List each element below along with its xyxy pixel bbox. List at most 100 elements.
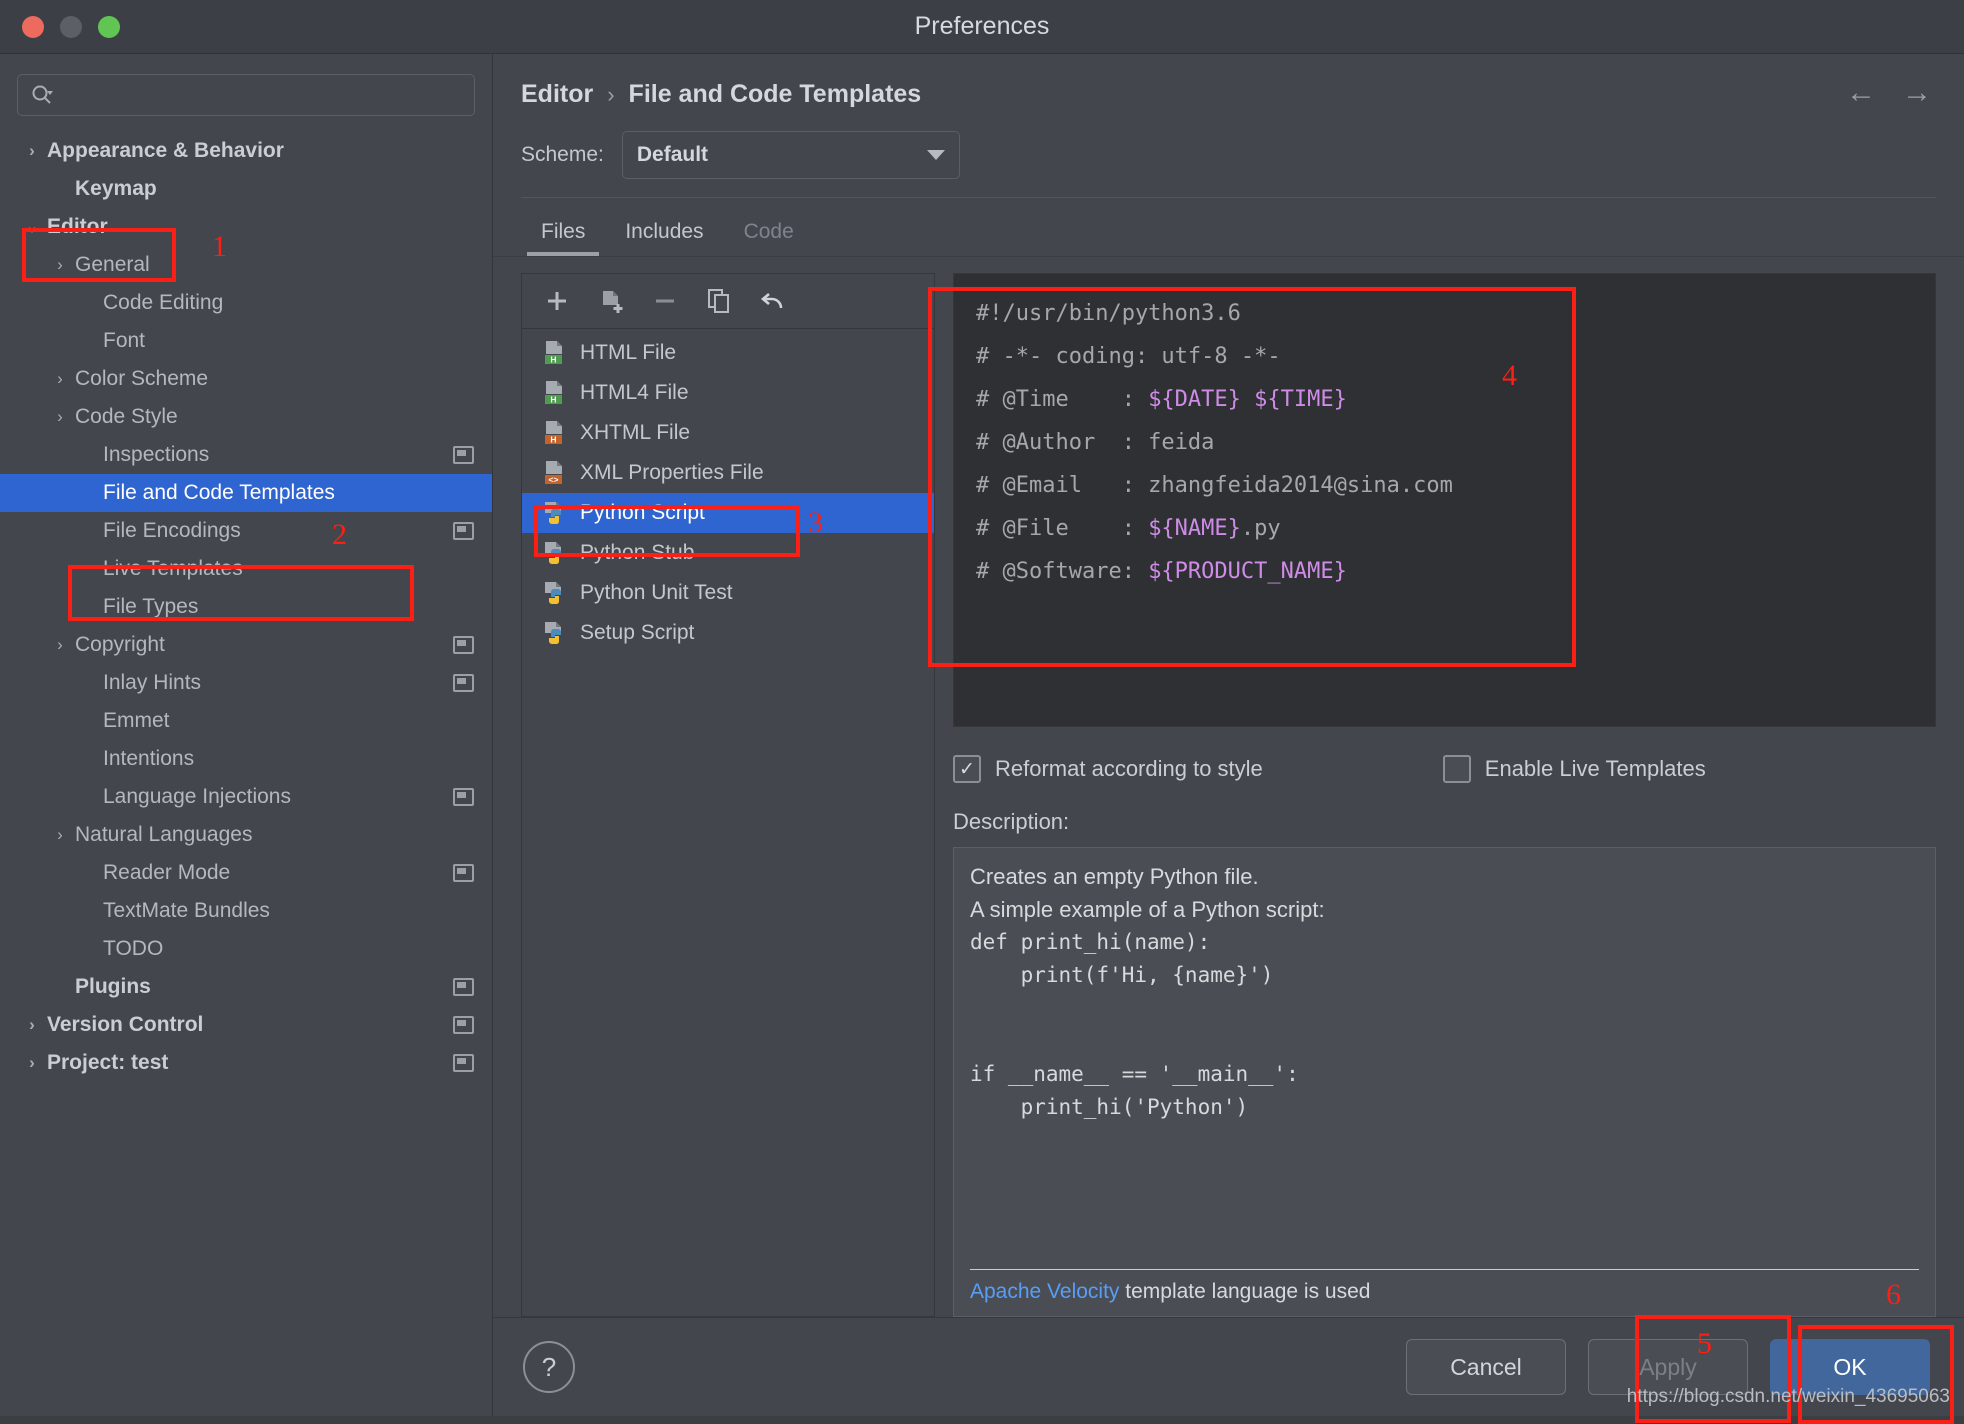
sidebar-item-code-style[interactable]: › Code Style: [0, 398, 492, 436]
description-line: A simple example of a Python script:: [970, 897, 1325, 922]
sidebar-item-plugins[interactable]: Plugins: [0, 968, 492, 1006]
file-list-item-label: Python Script: [580, 501, 705, 524]
tab-includes[interactable]: Includes: [605, 206, 723, 256]
templates-content: H HTML File H HTML4 File H XHTML File <> XML Pr…: [493, 257, 1964, 1317]
sidebar-item-editor[interactable]: ⌄ Editor: [0, 208, 492, 246]
main-panel: Editor › File and Code Templates ← → Sch…: [493, 54, 1964, 1416]
cancel-button[interactable]: Cancel: [1406, 1339, 1566, 1395]
file-list-item-label: Python Stub: [580, 541, 695, 564]
sidebar-item-label: Editor: [47, 215, 108, 238]
file-list: H HTML File H HTML4 File H XHTML File <> XML Pr…: [522, 329, 934, 1316]
sidebar-item-live-templates[interactable]: Live Templates: [0, 550, 492, 588]
help-button[interactable]: ?: [523, 1341, 575, 1393]
back-arrow-icon[interactable]: ←: [1846, 78, 1876, 108]
section-divider: [521, 197, 1936, 198]
chevron-down-icon[interactable]: ⌄: [22, 217, 42, 237]
sidebar-item-label: Live Templates: [103, 557, 243, 580]
annotation-num-3: 3: [808, 506, 823, 539]
file-list-item[interactable]: H HTML File: [522, 333, 934, 373]
svg-text:H: H: [550, 394, 556, 404]
code-line: # @File : ${NAME}.py: [976, 507, 1935, 550]
python-file-icon: [542, 500, 568, 526]
sidebar-item-inlay-hints[interactable]: Inlay Hints: [0, 664, 492, 702]
sidebar-item-todo[interactable]: TODO: [0, 930, 492, 968]
description-line: print(f'Hi, {name}'): [970, 963, 1274, 987]
add-child-template-button[interactable]: [596, 286, 626, 316]
add-template-button[interactable]: [542, 286, 572, 316]
sidebar-item-version-control[interactable]: › Version Control: [0, 1006, 492, 1044]
sidebar-item-project-test[interactable]: › Project: test: [0, 1044, 492, 1082]
annotation-num-5: 5: [1697, 1327, 1712, 1360]
copy-template-button[interactable]: [704, 286, 734, 316]
description-footer: Apache Velocity template language is use…: [970, 1269, 1919, 1304]
reset-template-button[interactable]: [758, 286, 788, 316]
chevron-right-icon[interactable]: ›: [50, 825, 70, 845]
tab-files[interactable]: Files: [521, 206, 605, 256]
file-list-item[interactable]: Python Script: [522, 493, 934, 533]
sidebar-item-label: Font: [103, 329, 146, 352]
description-line: Creates an empty Python file.: [970, 864, 1259, 889]
file-list-pane: H HTML File H HTML4 File H XHTML File <> XML Pr…: [521, 273, 935, 1317]
python-file-icon: [542, 540, 568, 566]
code-text: .py: [1240, 516, 1281, 541]
checkbox-label: Reformat according to style: [995, 756, 1263, 781]
description-box: Creates an empty Python file. A simple ex…: [953, 847, 1936, 1317]
chevron-down-icon: [926, 150, 945, 160]
sidebar-item-general[interactable]: › General: [0, 246, 492, 284]
sidebar-item-intentions[interactable]: Intentions: [0, 740, 492, 778]
scheme-dropdown[interactable]: Default: [621, 131, 960, 179]
breadcrumb-parent[interactable]: Editor: [521, 80, 593, 109]
checkbox-icon[interactable]: ✓: [953, 755, 981, 783]
sidebar-item-color-scheme[interactable]: › Color Scheme: [0, 360, 492, 398]
sidebar-item-label: Code Editing: [103, 291, 224, 314]
sidebar-item-file-encodings[interactable]: File Encodings: [0, 512, 492, 550]
chevron-right-icon[interactable]: ›: [22, 141, 42, 161]
file-list-item[interactable]: H HTML4 File: [522, 373, 934, 413]
search-box[interactable]: [17, 74, 475, 116]
code-line: # @Time : ${DATE} ${TIME}: [976, 378, 1935, 421]
apache-velocity-link[interactable]: Apache Velocity: [970, 1280, 1119, 1303]
remove-template-button[interactable]: [650, 286, 680, 316]
code-text: # @Author : feida: [976, 430, 1215, 455]
title-bar: Preferences: [0, 0, 1964, 54]
tab-code: Code: [743, 220, 794, 243]
file-list-item-label: HTML File: [580, 341, 677, 364]
chevron-right-icon[interactable]: ›: [50, 369, 70, 389]
chevron-right-icon[interactable]: ›: [50, 255, 70, 275]
chevron-right-icon[interactable]: ›: [50, 635, 70, 655]
file-list-item-label: XML Properties File: [580, 461, 764, 484]
chevron-right-icon[interactable]: ›: [50, 407, 70, 427]
sidebar-item-file-types[interactable]: File Types: [0, 588, 492, 626]
sidebar-item-code-editing[interactable]: Code Editing: [0, 284, 492, 322]
sidebar-item-file-and-code-templates[interactable]: File and Code Templates: [0, 474, 492, 512]
file-list-item[interactable]: Python Stub: [522, 533, 934, 573]
file-list-item[interactable]: <> XML Properties File: [522, 453, 934, 493]
annotation-num-1: 1: [212, 230, 227, 263]
sidebar-item-emmet[interactable]: Emmet: [0, 702, 492, 740]
python-file-icon: [542, 580, 568, 606]
template-code-editor[interactable]: #!/usr/bin/python3.6 # -*- coding: utf-8 …: [953, 273, 1936, 727]
sidebar-item-inspections[interactable]: Inspections: [0, 436, 492, 474]
file-list-item[interactable]: H XHTML File: [522, 413, 934, 453]
sidebar-item-appearance-behavior[interactable]: › Appearance & Behavior: [0, 132, 492, 170]
sidebar-item-textmate-bundles[interactable]: TextMate Bundles: [0, 892, 492, 930]
search-input[interactable]: [60, 84, 462, 106]
sidebar-item-copyright[interactable]: › Copyright: [0, 626, 492, 664]
reformat-checkbox[interactable]: ✓ Reformat according to style: [953, 755, 1263, 783]
chevron-right-icon[interactable]: ›: [22, 1015, 42, 1035]
sidebar-item-language-injections[interactable]: Language Injections: [0, 778, 492, 816]
sidebar-item-natural-languages[interactable]: › Natural Languages: [0, 816, 492, 854]
sidebar-item-reader-mode[interactable]: Reader Mode: [0, 854, 492, 892]
file-list-item[interactable]: Python Unit Test: [522, 573, 934, 613]
forward-arrow-icon[interactable]: →: [1902, 78, 1932, 108]
sidebar-item-font[interactable]: Font: [0, 322, 492, 360]
checkbox-icon[interactable]: [1442, 755, 1471, 783]
enable-live-templates-checkbox[interactable]: Enable Live Templates: [1442, 755, 1706, 783]
annotation-num-4: 4: [1502, 359, 1517, 392]
breadcrumb-separator-icon: ›: [607, 81, 615, 107]
sidebar-item-keymap[interactable]: Keymap: [0, 170, 492, 208]
sidebar-item-label: Copyright: [75, 633, 165, 656]
file-list-item[interactable]: Setup Script: [522, 613, 934, 653]
settings-sidebar: › Appearance & Behavior Keymap ⌄ Editor › Gene…: [0, 54, 493, 1416]
chevron-right-icon[interactable]: ›: [22, 1053, 42, 1073]
